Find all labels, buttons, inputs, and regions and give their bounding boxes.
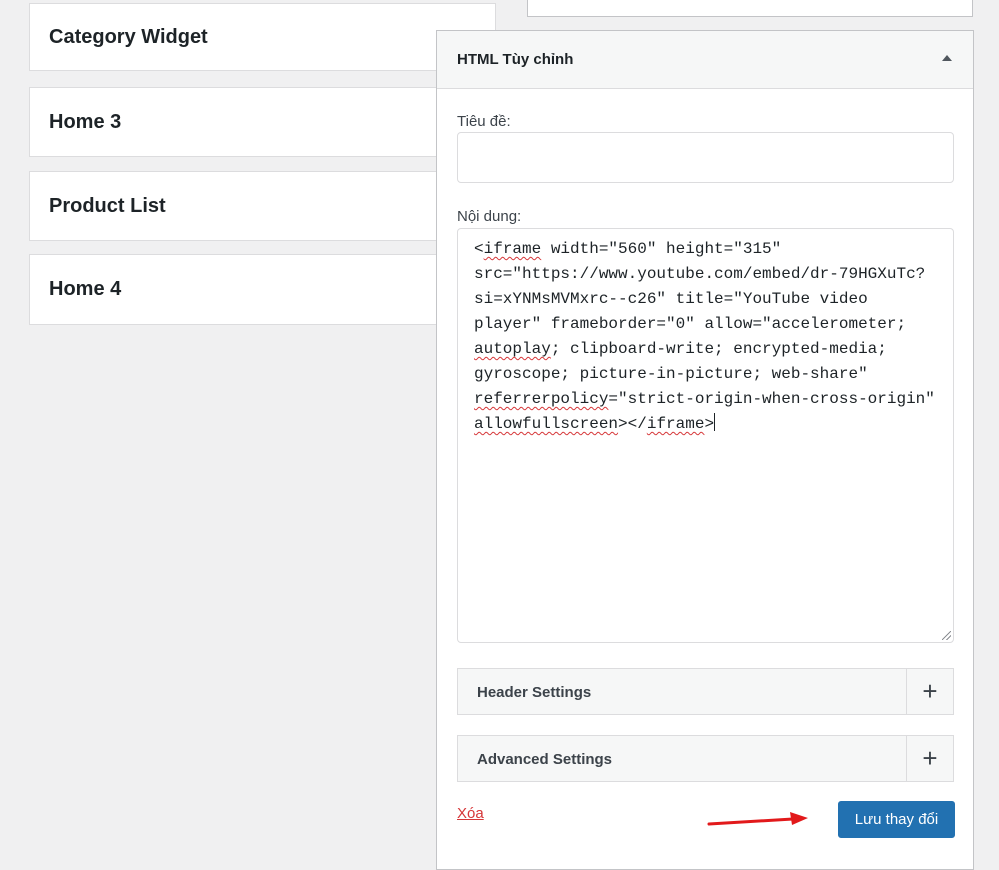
- advanced-settings-panel[interactable]: Advanced Settings +: [457, 735, 954, 782]
- sidebar-item-home-4[interactable]: Home 4: [29, 254, 496, 325]
- title-input[interactable]: [457, 132, 954, 183]
- resize-handle-icon[interactable]: [942, 631, 951, 640]
- widget-header[interactable]: HTML Tùy chỉnh: [437, 31, 973, 89]
- content-code: <iframe width="560" height="315" src="ht…: [474, 240, 935, 433]
- sidebar-item-product-list[interactable]: Product List: [29, 171, 496, 241]
- misspelled-word: iframe: [483, 240, 542, 258]
- sidebar-item-label: Home 4: [49, 278, 122, 300]
- header-settings-label: Header Settings: [477, 684, 592, 701]
- sidebar-item-home-3[interactable]: Home 3: [29, 87, 496, 157]
- custom-html-widget: HTML Tùy chỉnh Tiêu đề: Nội dung: <ifram…: [436, 30, 974, 870]
- delete-link[interactable]: Xóa: [457, 805, 484, 822]
- widget-title: HTML Tùy chỉnh: [457, 51, 574, 68]
- misspelled-word: autoplay: [474, 340, 551, 358]
- previous-widget-bottom: [527, 0, 973, 17]
- text-cursor: [714, 413, 716, 431]
- red-arrow-icon: [707, 812, 808, 826]
- misspelled-word: iframe: [646, 415, 705, 433]
- save-changes-button[interactable]: Lưu thay đổi: [838, 801, 955, 838]
- expand-plus-icon[interactable]: +: [906, 669, 953, 714]
- header-settings-panel[interactable]: Header Settings +: [457, 668, 954, 715]
- sidebar-item-label: Category Widget: [49, 25, 208, 48]
- content-textarea[interactable]: <iframe width="560" height="315" src="ht…: [457, 228, 954, 643]
- misspelled-word: allowfullscreen: [474, 415, 619, 433]
- advanced-settings-label: Advanced Settings: [477, 751, 613, 768]
- collapse-arrow-icon[interactable]: [942, 55, 952, 61]
- misspelled-word: referrerpolicy: [474, 390, 609, 408]
- content-field-label: Nội dung:: [457, 208, 522, 225]
- sidebar-item-label: Home 3: [49, 110, 122, 133]
- title-field-label: Tiêu đề:: [457, 113, 511, 130]
- sidebar-item-label: Product List: [49, 194, 166, 217]
- expand-plus-icon[interactable]: +: [906, 736, 953, 781]
- sidebar-item-category-widget[interactable]: Category Widget: [29, 3, 496, 71]
